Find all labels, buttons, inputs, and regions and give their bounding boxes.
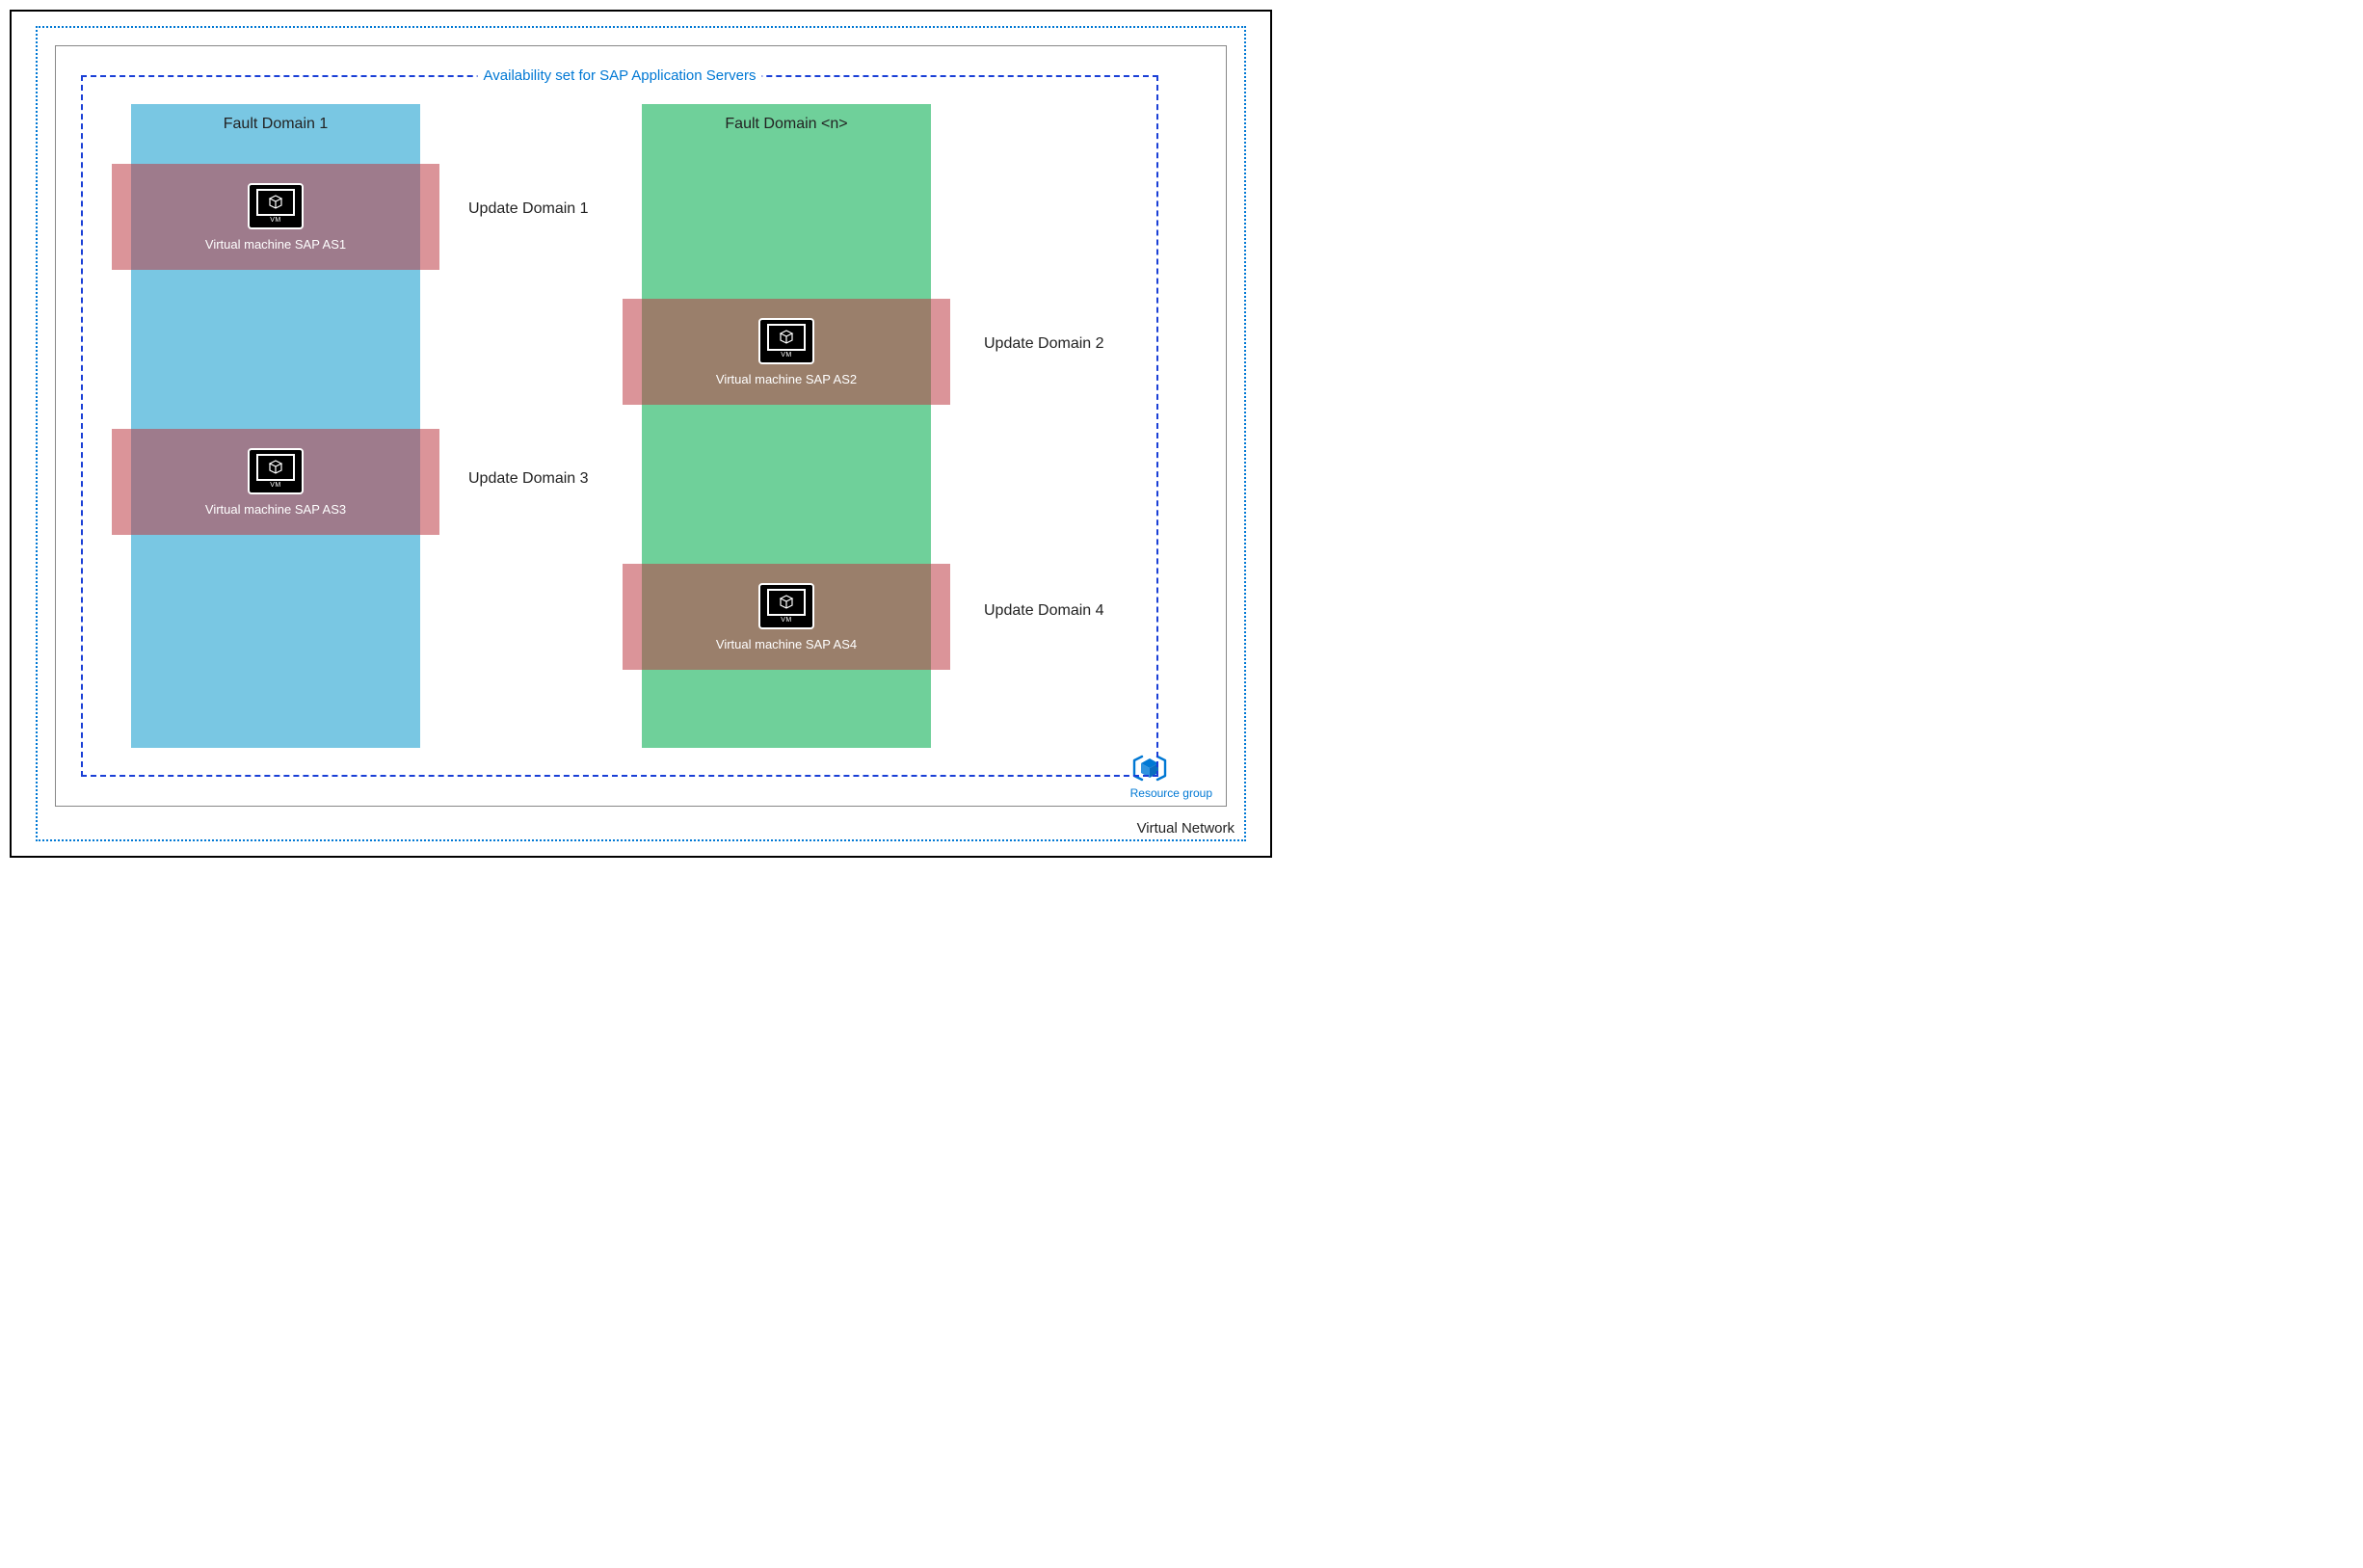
update-domain-4-box: VM Virtual machine SAP AS4 bbox=[623, 564, 950, 670]
update-domain-2-box: VM Virtual machine SAP AS2 bbox=[623, 299, 950, 405]
vm-sap-as2-label: Virtual machine SAP AS2 bbox=[716, 372, 857, 386]
availability-set-box: Availability set for SAP Application Ser… bbox=[81, 75, 1158, 777]
update-domain-3-box: VM Virtual machine SAP AS3 bbox=[112, 429, 439, 535]
virtual-network-label: Virtual Network bbox=[1137, 820, 1235, 837]
diagram-frame: Virtual Network Resource group bbox=[10, 10, 1272, 858]
resource-group-box: Resource group Availability set for SAP … bbox=[55, 45, 1227, 807]
update-domain-1-box: VM Virtual machine SAP AS1 bbox=[112, 164, 439, 270]
fault-domain-1-label: Fault Domain 1 bbox=[131, 116, 420, 133]
update-domain-4-label: Update Domain 4 bbox=[984, 602, 1104, 620]
update-domain-2-label: Update Domain 2 bbox=[984, 335, 1104, 353]
vm-sap-as4-label: Virtual machine SAP AS4 bbox=[716, 637, 857, 651]
update-domain-1-label: Update Domain 1 bbox=[468, 200, 589, 218]
vm-icon: VM bbox=[248, 448, 304, 494]
virtual-network-boundary: Virtual Network Resource group bbox=[36, 26, 1246, 841]
vm-icon: VM bbox=[248, 183, 304, 229]
availability-set-label: Availability set for SAP Application Ser… bbox=[478, 67, 762, 84]
vm-icon: VM bbox=[758, 318, 814, 364]
resource-group-label: Resource group bbox=[1130, 787, 1212, 800]
vm-sap-as3-label: Virtual machine SAP AS3 bbox=[205, 502, 346, 517]
fault-domain-n-label: Fault Domain <n> bbox=[642, 116, 931, 133]
update-domain-3-label: Update Domain 3 bbox=[468, 470, 589, 488]
vm-icon: VM bbox=[758, 583, 814, 629]
vm-sap-as1-label: Virtual machine SAP AS1 bbox=[205, 237, 346, 252]
